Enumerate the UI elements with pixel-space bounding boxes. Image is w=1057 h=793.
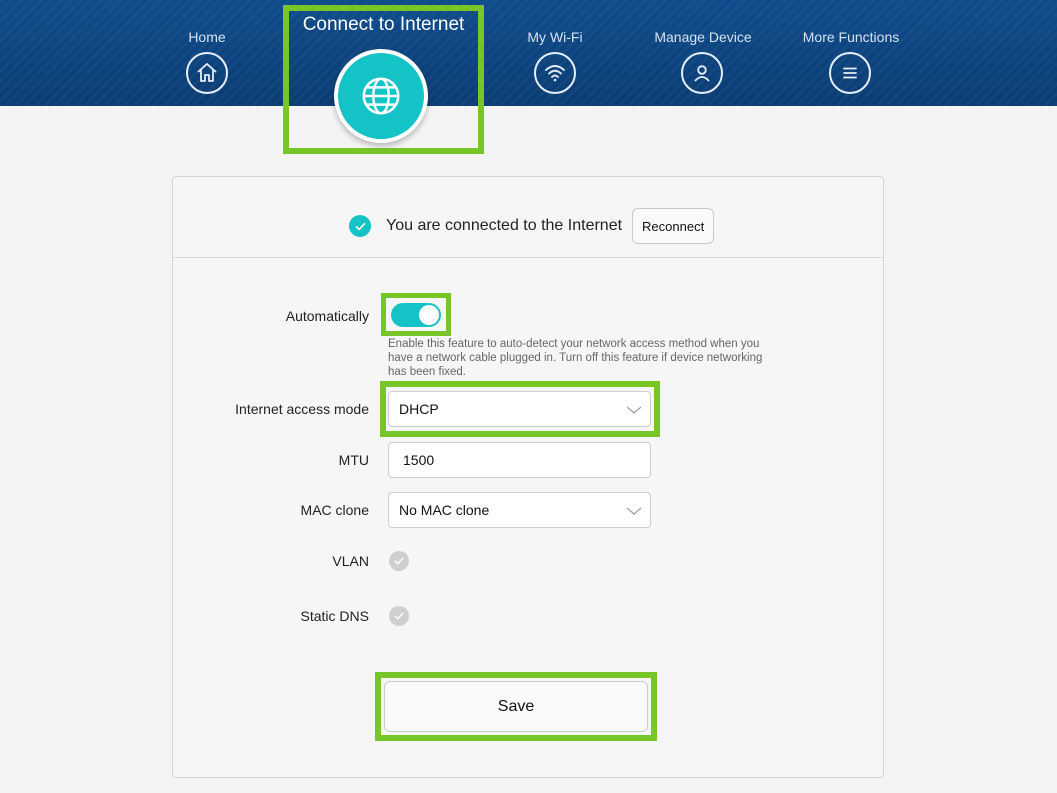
nav-connect-label[interactable]: Connect to Internet xyxy=(283,14,484,36)
dns-label: Static DNS xyxy=(300,608,369,624)
mac-label: MAC clone xyxy=(300,502,369,518)
globe-icon xyxy=(362,77,400,115)
nav-manage-device[interactable]: Manage Device xyxy=(638,0,768,106)
save-highlight: Save xyxy=(375,672,657,741)
mtu-input[interactable]: 1500 xyxy=(388,442,651,478)
chevron-down-icon xyxy=(626,507,642,515)
mtu-value: 1500 xyxy=(403,452,435,468)
auto-toggle-highlight xyxy=(381,293,451,336)
reconnect-button[interactable]: Reconnect xyxy=(632,208,715,244)
internet-settings-panel: You are connected to the Internet Reconn… xyxy=(172,176,884,778)
nav-manage-label: Manage Device xyxy=(654,29,752,45)
connection-status: You are connected to the Internet Reconn… xyxy=(349,207,715,245)
auto-hint: Enable this feature to auto-detect your … xyxy=(388,338,763,378)
nav-more-functions[interactable]: More Functions xyxy=(786,0,916,106)
menu-icon xyxy=(829,52,871,94)
mode-select[interactable]: DHCP xyxy=(388,391,651,427)
save-button[interactable]: Save xyxy=(384,681,648,732)
auto-label: Automatically xyxy=(285,308,369,324)
vlan-label: VLAN xyxy=(332,553,369,569)
mac-clone-select[interactable]: No MAC clone xyxy=(388,492,651,528)
toggle-knob xyxy=(419,305,439,325)
nav-wifi-label: My Wi-Fi xyxy=(527,29,583,45)
mtu-label: MTU xyxy=(338,452,369,468)
check-icon xyxy=(394,557,404,565)
divider xyxy=(173,257,883,258)
home-icon xyxy=(186,52,228,94)
user-icon xyxy=(681,52,723,94)
chevron-down-icon xyxy=(626,406,642,414)
vlan-checkbox[interactable] xyxy=(389,551,409,571)
top-nav-bar: Home My Wi-Fi Manage Device More Functio… xyxy=(0,0,1057,106)
mode-label: Internet access mode xyxy=(235,401,369,417)
auto-toggle[interactable] xyxy=(391,303,441,327)
nav-more-label: More Functions xyxy=(802,29,900,45)
status-text: You are connected to the Internet xyxy=(386,217,623,234)
nav-connect[interactable] xyxy=(334,49,428,143)
check-icon xyxy=(349,215,371,237)
mac-value: No MAC clone xyxy=(399,502,490,518)
nav-wifi[interactable]: My Wi-Fi xyxy=(505,0,605,106)
nav-home[interactable]: Home xyxy=(157,0,257,106)
static-dns-checkbox[interactable] xyxy=(389,606,409,626)
wifi-icon xyxy=(534,52,576,94)
mode-value: DHCP xyxy=(399,401,439,417)
check-icon xyxy=(394,612,404,620)
nav-home-label: Home xyxy=(188,29,226,45)
